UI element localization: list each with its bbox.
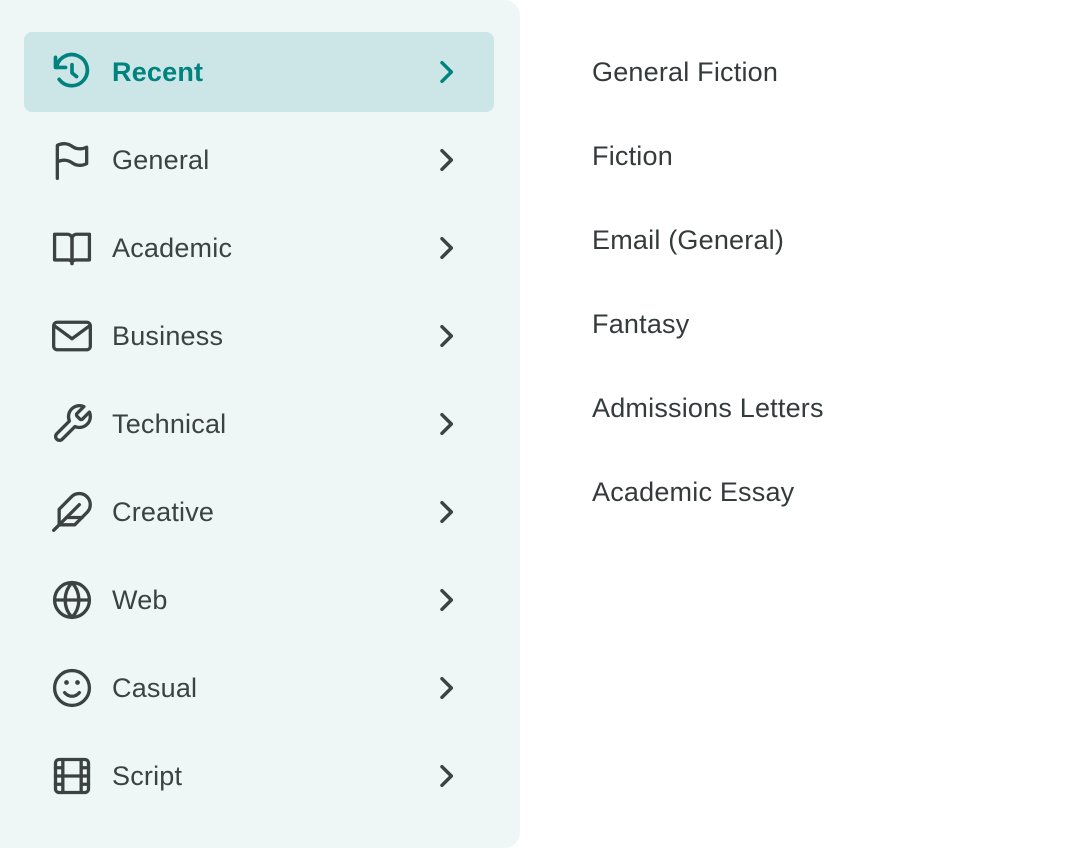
category-item-recent[interactable]: Recent	[24, 32, 494, 112]
category-label: Academic	[112, 233, 233, 263]
category-item-web[interactable]: Web	[24, 560, 494, 640]
category-item-script[interactable]: Script	[24, 736, 494, 816]
chevron-right-icon	[430, 408, 462, 440]
chevron-right-icon	[430, 672, 462, 704]
category-label: General	[112, 145, 210, 175]
chevron-right-icon	[430, 56, 462, 88]
film-icon	[50, 754, 94, 798]
subcategory-item[interactable]: Admissions Letters	[592, 388, 824, 428]
category-item-general[interactable]: General	[24, 120, 494, 200]
chevron-right-icon	[430, 232, 462, 264]
category-label: Script	[112, 761, 183, 791]
chevron-right-icon	[430, 496, 462, 528]
category-label: Web	[112, 585, 168, 615]
smile-icon	[50, 666, 94, 710]
category-panel: Recent General Academic Business Technic…	[0, 0, 520, 848]
category-label: Creative	[112, 497, 215, 527]
category-item-technical[interactable]: Technical	[24, 384, 494, 464]
category-label: Business	[112, 321, 224, 351]
category-item-academic[interactable]: Academic	[24, 208, 494, 288]
category-item-business[interactable]: Business	[24, 296, 494, 376]
chevron-right-icon	[430, 320, 462, 352]
flag-icon	[50, 138, 94, 182]
category-label: Casual	[112, 673, 198, 703]
category-label: Recent	[112, 57, 204, 87]
wrench-icon	[50, 402, 94, 446]
chevron-right-icon	[430, 144, 462, 176]
chevron-right-icon	[430, 760, 462, 792]
mail-icon	[50, 314, 94, 358]
subcategory-item[interactable]: Fiction	[592, 136, 673, 176]
globe-icon	[50, 578, 94, 622]
chevron-right-icon	[430, 584, 462, 616]
history-icon	[50, 50, 94, 94]
subcategory-item[interactable]: General Fiction	[592, 52, 778, 92]
subcategory-item[interactable]: Fantasy	[592, 304, 689, 344]
subcategory-item[interactable]: Academic Essay	[592, 472, 794, 512]
subcategory-item[interactable]: Email (General)	[592, 220, 784, 260]
category-label: Technical	[112, 409, 227, 439]
feather-icon	[50, 490, 94, 534]
category-item-casual[interactable]: Casual	[24, 648, 494, 728]
category-item-creative[interactable]: Creative	[24, 472, 494, 552]
book-open-icon	[50, 226, 94, 270]
